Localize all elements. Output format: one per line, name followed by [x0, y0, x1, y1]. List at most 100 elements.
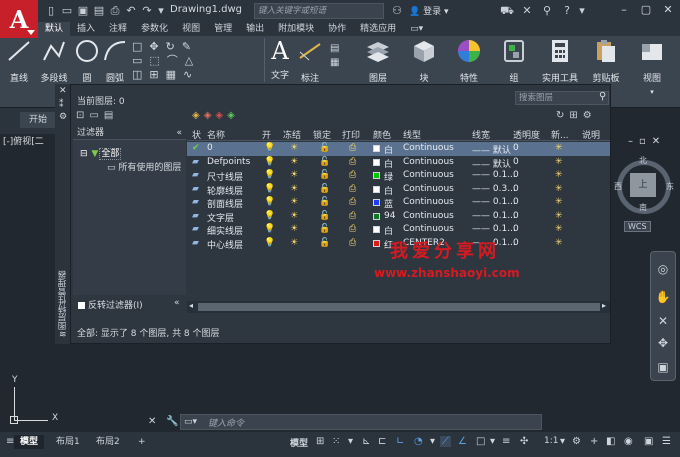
sun-thaw-icon[interactable]: ☀	[290, 184, 298, 194]
palette-properties-icon[interactable]: ⚙	[59, 112, 67, 122]
layer-row[interactable]: ✔ 0 💡 ☀ 🔓 ⎙ 白 Continuous —— 默认 0 ✳	[187, 142, 610, 156]
new-file-icon[interactable]: ▯	[44, 4, 58, 18]
filter-used-layers-node[interactable]: ▭ 所有使用的图层	[107, 160, 181, 173]
new-property-filter-icon[interactable]: ⊡	[76, 110, 89, 121]
sun-thaw-icon[interactable]: ☀	[290, 197, 298, 207]
layer-name[interactable]: 文字层	[207, 211, 234, 224]
model-space-toggle[interactable]: 模型	[290, 436, 308, 449]
unlock-icon[interactable]: 🔓	[319, 170, 330, 180]
color-name[interactable]: 白	[384, 143, 393, 156]
tab-model[interactable]: 模型	[14, 435, 45, 449]
transparency[interactable]: 0	[513, 170, 519, 180]
color-name[interactable]: 白	[384, 224, 393, 237]
sun-thaw-icon[interactable]: ☀	[290, 157, 298, 167]
scale-dropdown-icon[interactable]: ▾	[560, 436, 565, 447]
col-status[interactable]: 状	[192, 128, 201, 141]
lineweight[interactable]: —— 0.1...	[472, 224, 516, 234]
col-on[interactable]: 开	[262, 128, 271, 141]
layer-name[interactable]: 轮廓线层	[207, 184, 243, 197]
modify-tools-grid[interactable]: □✥↻✎ ▭⬚⌒△ ◫⊞▦∿	[132, 40, 262, 81]
transparency[interactable]: 0	[513, 197, 519, 207]
tab-parametric[interactable]: 参数化	[134, 22, 175, 36]
plot-icon[interactable]: ⎙	[349, 238, 356, 248]
plot-icon[interactable]: ⎙	[349, 157, 356, 167]
color-name[interactable]: 绿	[384, 170, 393, 183]
steering-wheel-icon[interactable]: ◎	[655, 262, 671, 276]
clean-screen-icon[interactable]: ▣	[644, 436, 653, 447]
dimension-tool-button[interactable]: 标注	[292, 38, 328, 84]
circle-tool-button[interactable]: 圆	[72, 38, 102, 84]
customize-dropdown-icon[interactable]: ▾	[154, 4, 168, 18]
layer-states-manager-icon[interactable]: ▤	[104, 110, 118, 121]
new-layer-icon[interactable]: ◈	[192, 110, 204, 121]
color-swatch[interactable]	[373, 185, 380, 193]
recent-commands-icon[interactable]: ▭▾	[184, 417, 197, 427]
close-command-icon[interactable]: ✕	[148, 416, 156, 427]
lineweight[interactable]: —— 0.1...	[472, 197, 516, 207]
linetype[interactable]: Continuous	[403, 224, 454, 234]
object-snap-icon[interactable]: □	[476, 436, 485, 447]
object-snap-tracking-icon[interactable]: ∠	[458, 436, 467, 447]
clipboard-button[interactable]: 剪贴板	[584, 38, 628, 84]
bulb-on-icon[interactable]: 💡	[264, 170, 275, 180]
workspace-gear-icon[interactable]: ⚙	[572, 436, 581, 447]
tab-view[interactable]: 视图	[175, 22, 207, 36]
unlock-icon[interactable]: 🔓	[319, 224, 330, 234]
col-linetype[interactable]: 线型	[403, 128, 421, 141]
transparency[interactable]: 0	[513, 211, 519, 221]
bulb-on-icon[interactable]: 💡	[264, 143, 275, 153]
unlock-icon[interactable]: 🔓	[319, 184, 330, 194]
set-current-icon[interactable]: ◈	[227, 110, 239, 121]
isodraft-icon[interactable]: ⟋	[440, 436, 451, 447]
linetype[interactable]: Continuous	[403, 211, 454, 221]
transparency[interactable]: 0	[513, 184, 519, 194]
bulb-on-icon[interactable]: 💡	[264, 184, 275, 194]
transparency[interactable]: 0	[513, 224, 519, 234]
close-button[interactable]: ✕	[660, 2, 676, 18]
ribbon-toggle-icon[interactable]: ▭▾	[403, 22, 430, 36]
sun-thaw-icon[interactable]: ☀	[290, 238, 298, 248]
tab-addins[interactable]: 附加模块	[271, 22, 321, 36]
color-swatch[interactable]	[373, 226, 380, 233]
bulb-on-icon[interactable]: 💡	[264, 224, 275, 234]
transparency[interactable]: 0	[513, 238, 519, 248]
print-icon[interactable]: ⎙	[108, 4, 122, 18]
col-transparency[interactable]: 透明度	[513, 128, 540, 141]
exchange-icon[interactable]: ✕	[520, 4, 534, 18]
palette-autohide-icon[interactable]: ⁑	[59, 100, 64, 110]
layer-name[interactable]: Defpoints	[207, 157, 250, 167]
bulb-on-icon[interactable]: 💡	[264, 238, 275, 248]
layer-name[interactable]: 0	[207, 143, 213, 153]
unlock-icon[interactable]: 🔓	[319, 197, 330, 207]
layer-search-input[interactable]: 搜索图层	[515, 91, 609, 105]
col-plot[interactable]: 打印	[342, 128, 360, 141]
lineweight[interactable]: —— 默认	[472, 157, 511, 170]
minimize-button[interactable]: –	[616, 2, 632, 18]
viewport-window-controls[interactable]: –▫✕	[628, 136, 666, 147]
lineweight[interactable]: —— 0.1...	[472, 170, 516, 180]
grid-icon[interactable]: ⊞	[316, 436, 324, 447]
compass-west[interactable]: 西	[614, 181, 622, 192]
sun-thaw-icon[interactable]: ☀	[290, 170, 298, 180]
refresh-icon[interactable]: ↻	[556, 110, 569, 121]
col-name[interactable]: 名称	[207, 128, 225, 141]
layer-button[interactable]: 图层	[356, 38, 400, 84]
add-layout-icon[interactable]: +	[132, 435, 152, 449]
viewport-controls[interactable]: [-]俯视[二	[3, 134, 44, 147]
layer-name[interactable]: 剖面线层	[207, 197, 243, 210]
collapse-filters-bottom-icon[interactable]: «	[174, 298, 180, 308]
refresh-settings-toolbar[interactable]: ↻⊞⚙	[556, 110, 597, 121]
account-icon[interactable]: ⚲	[540, 4, 554, 18]
color-swatch[interactable]	[373, 239, 380, 247]
search-icon[interactable]: ⚲	[599, 91, 606, 102]
color-swatch[interactable]	[373, 199, 380, 206]
undo-icon[interactable]: ↶	[124, 4, 138, 18]
col-lock[interactable]: 锁定	[313, 128, 331, 141]
isolate-objects-icon[interactable]: ◧	[606, 436, 615, 447]
plot-icon[interactable]: ⎙	[349, 170, 356, 180]
layer-row[interactable]: ▰ 剖面线层 💡 ☀ 🔓 ⎙ 蓝 Continuous —— 0.1... 0 ✳	[187, 196, 610, 210]
unlock-icon[interactable]: 🔓	[319, 238, 330, 248]
filter-toolbar[interactable]: ⊡▭▤	[76, 110, 118, 121]
col-freeze[interactable]: 冻结	[283, 128, 301, 141]
annotation-small-tools[interactable]: ▤ ▦	[330, 42, 350, 70]
